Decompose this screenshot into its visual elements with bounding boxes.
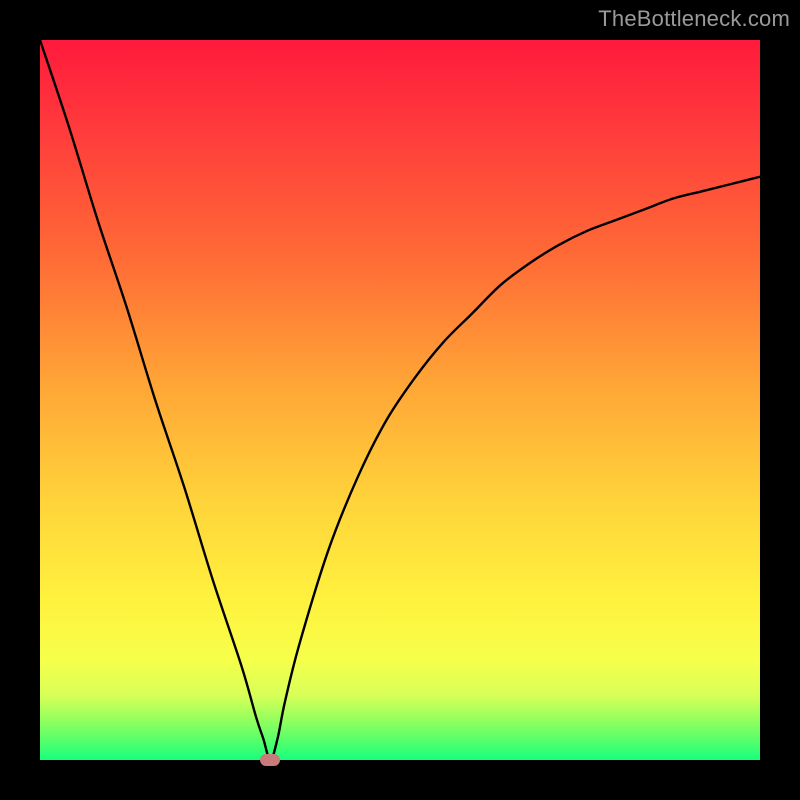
chart-container: TheBottleneck.com	[0, 0, 800, 800]
watermark-text: TheBottleneck.com	[598, 6, 790, 32]
bottleneck-curve	[40, 40, 760, 760]
plot-area	[40, 40, 760, 760]
minimum-marker	[260, 754, 280, 766]
